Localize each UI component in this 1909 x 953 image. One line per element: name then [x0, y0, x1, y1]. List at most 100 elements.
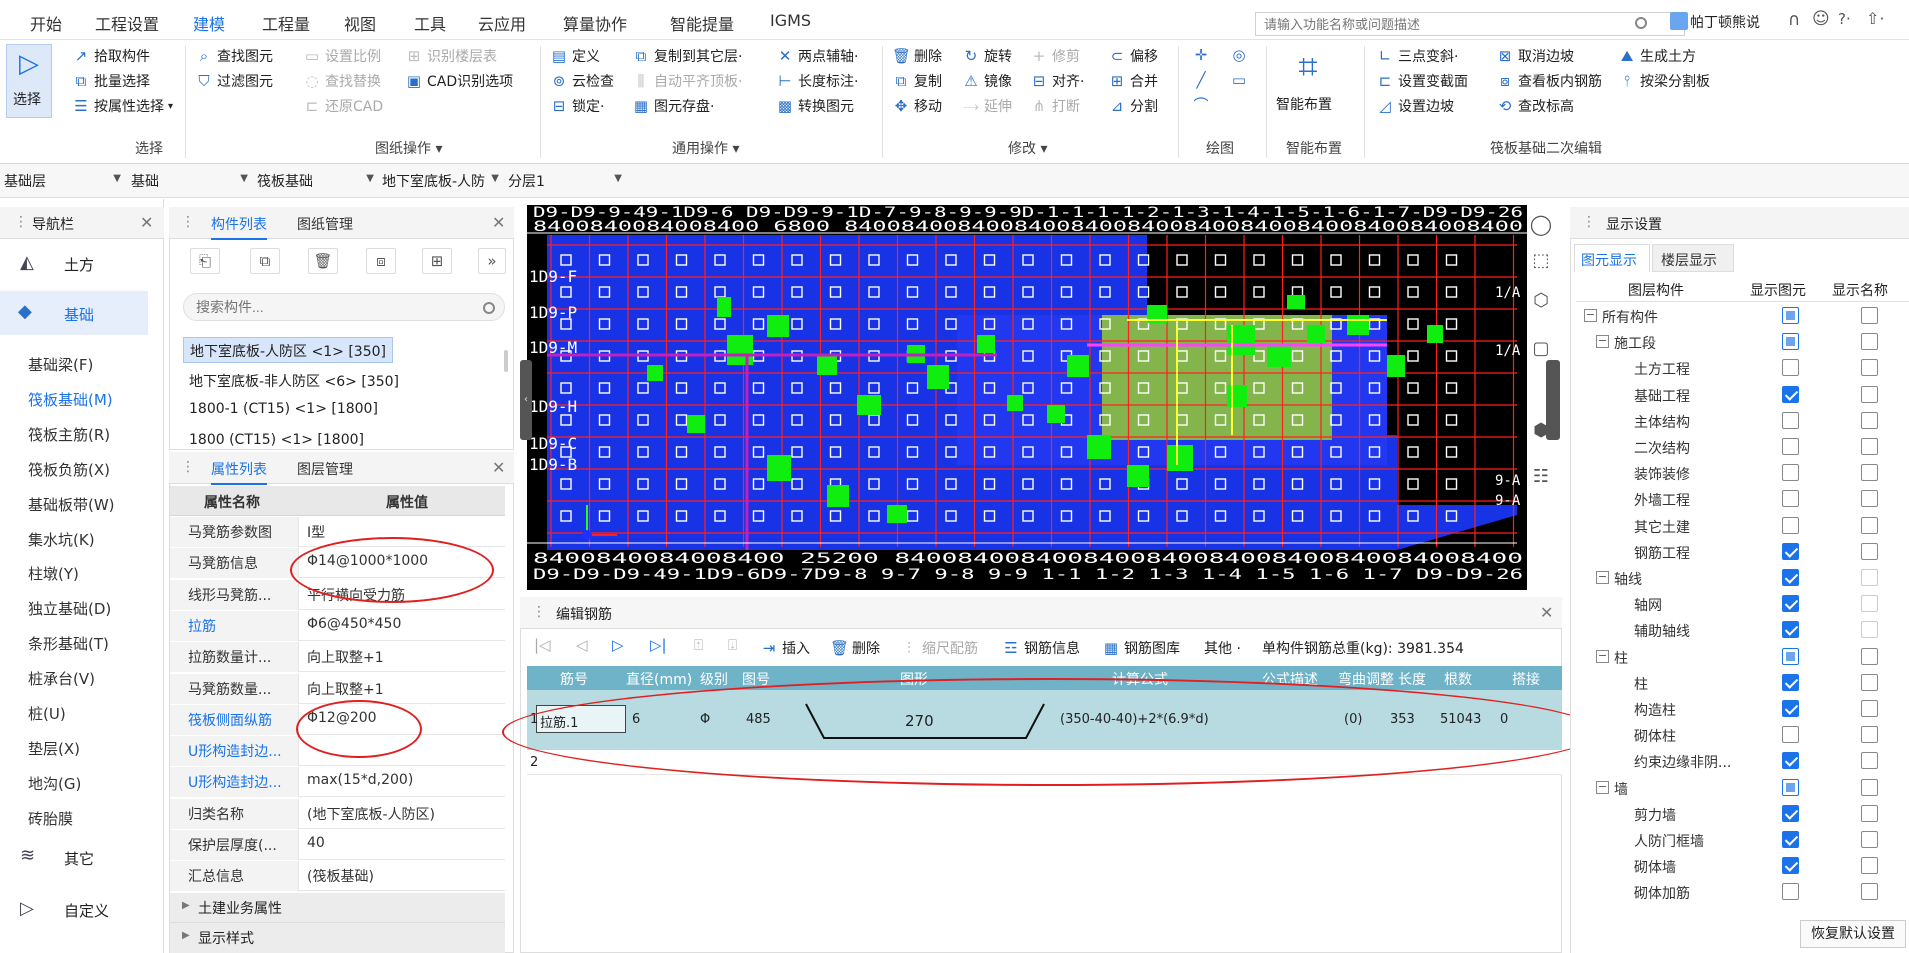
show-element-checkbox[interactable]	[1782, 542, 1799, 560]
show-name-checkbox[interactable]	[1861, 700, 1878, 717]
property-row[interactable]: 保护层厚度(... 40	[170, 830, 505, 860]
column-header[interactable]: 直径(mm)	[626, 669, 692, 689]
pick-button[interactable]: ↗ 拾取构件	[72, 46, 150, 66]
show-name-checkbox[interactable]	[1861, 883, 1878, 901]
layer-select[interactable]: 分层1 ▼	[504, 171, 626, 193]
arc-point-tool[interactable]: ◎	[1230, 46, 1248, 64]
help-icon[interactable]: ?·	[1838, 10, 1851, 28]
select-button[interactable]: ▷ 选择	[6, 44, 52, 118]
display-row[interactable]: 人防门框墙	[1576, 827, 1909, 853]
copy-component-icon[interactable]: ⧉	[250, 248, 280, 274]
check-elev-button[interactable]: ⟲ 查改标高	[1496, 96, 1574, 116]
nav-item[interactable]: 筏板基础(M)	[28, 389, 113, 410]
nav-item[interactable]: 地沟(G)	[28, 773, 81, 794]
show-name-checkbox[interactable]	[1861, 673, 1878, 691]
collapse-icon[interactable]: −	[1596, 649, 1609, 663]
show-element-checkbox[interactable]	[1782, 857, 1799, 875]
close-icon[interactable]: ✕	[1540, 603, 1553, 622]
property-value[interactable]: (筏板基础)	[298, 861, 505, 892]
rotate-button[interactable]: ↻ 旋转	[962, 46, 1012, 66]
headset-icon[interactable]: ∩	[1788, 10, 1800, 30]
save-element-button[interactable]: ▦ 图元存盘·	[632, 96, 715, 116]
property-row[interactable]: U形构造封边... max(15*d,200)	[170, 767, 505, 798]
component-list-item[interactable]: 1800 (CT15) <1> [1800]	[183, 429, 370, 455]
menu-item[interactable]: 算量协作	[563, 11, 627, 35]
scale-rebar-button[interactable]: ⫶ 缩尺配筋	[900, 638, 978, 658]
group-label-common[interactable]: 通用操作 ▾	[672, 138, 739, 158]
display-row[interactable]: 二次结构	[1576, 434, 1909, 460]
rebar-library-button[interactable]: ▦ 钢筋图库	[1102, 638, 1180, 658]
move-down-icon[interactable]: ⍗	[728, 636, 737, 654]
type-select[interactable]: 筏板基础 ▼	[253, 171, 378, 193]
show-element-checkbox[interactable]	[1782, 490, 1799, 508]
drag-handle-icon[interactable]: ⋮	[181, 214, 195, 230]
lock-button[interactable]: ⊟ 锁定·	[550, 96, 605, 116]
column-header[interactable]: 级别	[700, 669, 728, 689]
column-header[interactable]: 长度	[1398, 669, 1426, 689]
split-button[interactable]: ⊿ 分割	[1108, 96, 1158, 116]
collapse-icon[interactable]: −	[1596, 335, 1609, 349]
view-rebar-button[interactable]: ⧇ 查看板内钢筋	[1496, 71, 1602, 91]
column-header[interactable]: 筋号	[560, 669, 588, 689]
nav-item[interactable]: 集水坑(K)	[28, 529, 95, 550]
menu-item[interactable]: 智能提量	[670, 11, 734, 35]
display-row[interactable]: 钢筋工程	[1576, 539, 1909, 565]
orbit-icon[interactable]: ◯	[1528, 212, 1554, 238]
display-row[interactable]: 轴网	[1576, 591, 1909, 617]
display-row[interactable]: 柱	[1576, 670, 1909, 696]
move-button[interactable]: ✥ 移动	[892, 96, 942, 116]
nav-item[interactable]: 条形基础(T)	[28, 633, 109, 654]
break-button[interactable]: ⋔ 打断	[1030, 96, 1080, 116]
list-view-icon[interactable]: ☷	[1528, 466, 1554, 492]
menu-item[interactable]: 工具	[414, 11, 446, 35]
property-value[interactable]: 向上取整+1	[298, 673, 505, 704]
show-element-checkbox[interactable]	[1782, 411, 1799, 429]
display-row[interactable]: 构造柱	[1576, 696, 1909, 722]
cad-canvas[interactable]: D9-D9-9-49-1D9-6 D9-D9-9-1D-7-9-8-9-9-9D…	[527, 205, 1527, 590]
merge-button[interactable]: ⊞ 合并	[1108, 71, 1158, 91]
display-row[interactable]: − 墙	[1576, 775, 1909, 801]
cancel-slope-button[interactable]: ⊠ 取消边坡	[1496, 46, 1574, 66]
show-name-checkbox[interactable]	[1861, 490, 1878, 508]
show-element-checkbox[interactable]	[1782, 595, 1799, 613]
collapse-icon[interactable]: −	[1596, 571, 1609, 584]
nav-item[interactable]: 桩承台(V)	[28, 668, 95, 689]
floor-select[interactable]: 基础层 ▼	[0, 171, 125, 193]
show-element-checkbox[interactable]	[1782, 307, 1799, 324]
display-row[interactable]: 砌体柱	[1576, 722, 1909, 748]
menu-item[interactable]: 开始	[30, 11, 62, 35]
component-list-item[interactable]: 地下室底板-非人防区 <6> [350]	[183, 368, 405, 394]
nav-group-earthwork[interactable]: 土方	[64, 254, 94, 275]
rect-tool[interactable]: ▭	[1230, 71, 1248, 89]
collapse-icon[interactable]: −	[1596, 780, 1609, 794]
drag-handle-icon[interactable]: ⋮	[14, 214, 28, 230]
section-display-style[interactable]: ▶ 显示样式	[170, 923, 505, 953]
more-icon[interactable]: »	[478, 248, 506, 274]
component-list-item[interactable]: 地下室底板-人防区 <1> [350]	[183, 337, 393, 363]
first-icon[interactable]: |◁	[534, 636, 551, 654]
show-element-checkbox[interactable]	[1782, 726, 1799, 744]
show-element-checkbox[interactable]	[1782, 569, 1799, 586]
search-input[interactable]	[1255, 12, 1685, 36]
display-row[interactable]: 砌体墙	[1576, 853, 1909, 879]
scrollbar[interactable]	[504, 350, 508, 372]
gen-earth-button[interactable]: ⛰ 生成土方	[1618, 46, 1696, 66]
show-name-checkbox[interactable]	[1861, 359, 1878, 377]
find-element-button[interactable]: ⌕ 查找图元	[195, 46, 273, 66]
cad-options-button[interactable]: ▣ CAD识别选项	[405, 71, 513, 91]
show-element-checkbox[interactable]	[1782, 647, 1799, 665]
nav-other[interactable]: 其它	[64, 848, 94, 869]
filter-element-button[interactable]: ⛉ 过滤图元	[195, 71, 273, 91]
show-element-checkbox[interactable]	[1782, 359, 1799, 377]
drag-handle-icon[interactable]: ⋮	[181, 459, 195, 475]
display-row[interactable]: 剪力墙	[1576, 801, 1909, 827]
nav-item[interactable]: 基础梁(F)	[28, 354, 93, 375]
show-element-checkbox[interactable]	[1782, 621, 1799, 639]
last-icon[interactable]: ▷|	[650, 636, 667, 654]
identify-floor-button[interactable]: ⊞ 识别楼层表	[405, 46, 497, 66]
show-name-checkbox[interactable]	[1861, 333, 1878, 351]
search-icon[interactable]	[483, 302, 495, 314]
show-element-checkbox[interactable]	[1782, 385, 1799, 403]
show-name-checkbox[interactable]	[1861, 438, 1878, 455]
offset-button[interactable]: ⊂ 偏移	[1108, 46, 1158, 66]
